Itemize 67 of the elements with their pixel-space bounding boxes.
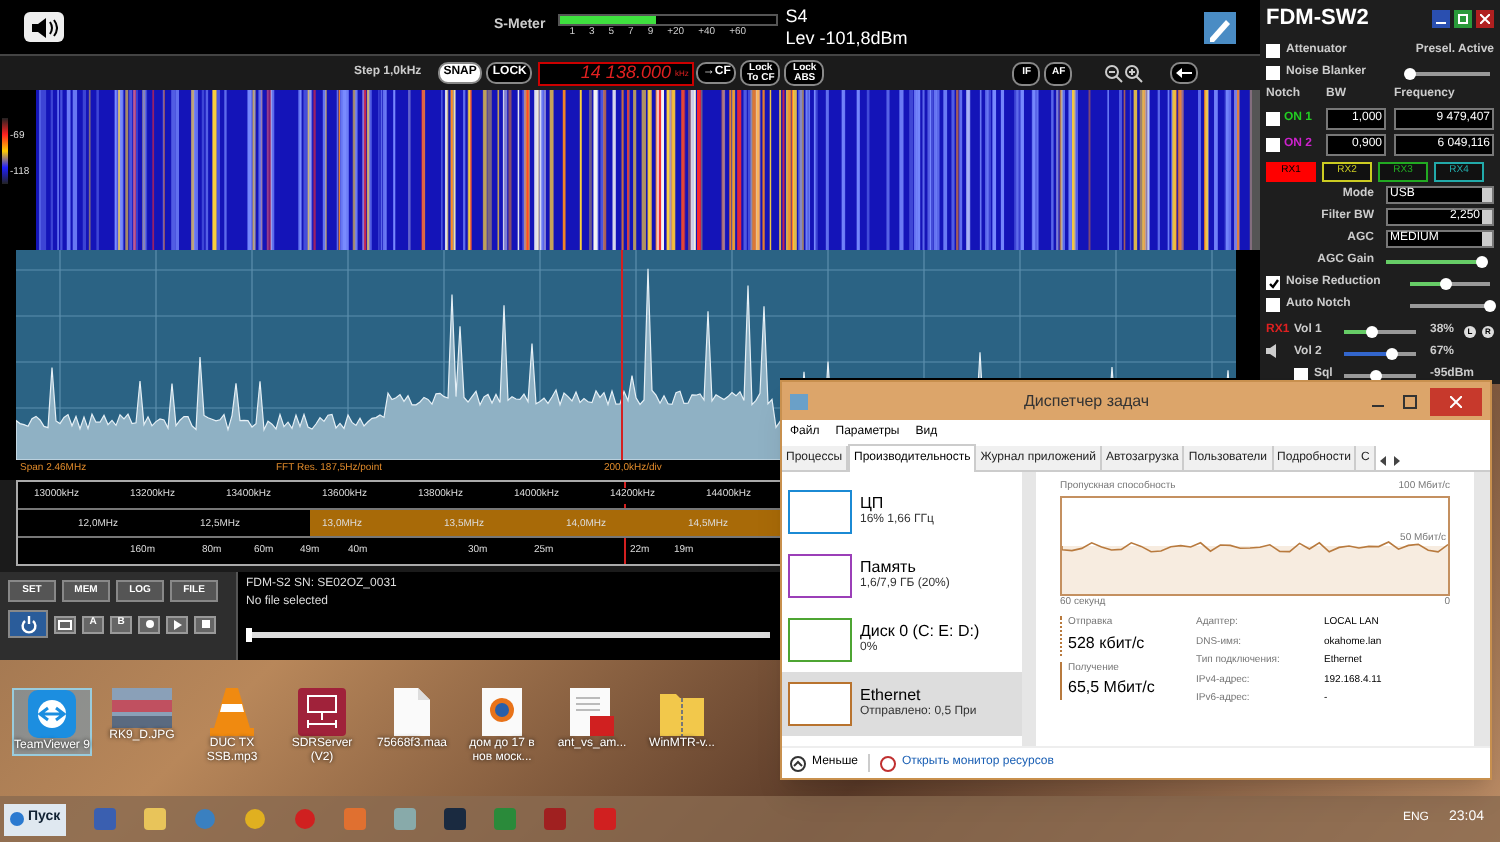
app-icon	[790, 393, 808, 409]
speaker-icon	[1266, 344, 1278, 358]
checkbox[interactable]	[1266, 138, 1280, 152]
resource-name: Диск 0 (C: E: D:)	[860, 622, 980, 640]
minimize-button[interactable]	[1432, 10, 1450, 28]
play-icon	[173, 619, 181, 629]
scrollbar[interactable]	[1474, 472, 1490, 746]
playback-slider[interactable]	[246, 632, 770, 638]
slider-thumb[interactable]	[1476, 255, 1488, 267]
image-thumbnail-icon	[112, 688, 172, 728]
maximize-button[interactable]	[1454, 10, 1472, 28]
network-app-icon	[298, 688, 346, 736]
loop-icon	[58, 619, 72, 629]
speaker-button[interactable]	[24, 12, 64, 42]
resource-name: Память	[860, 558, 918, 576]
rate-value: 528 кбит/с	[1068, 631, 1147, 655]
scrollbar[interactable]	[1022, 472, 1036, 746]
zoom-in-icon[interactable]	[1124, 63, 1145, 83]
check-icon	[1267, 277, 1279, 289]
frequency-value: 14 138.000	[580, 64, 671, 82]
close-icon	[1480, 14, 1490, 24]
slider-thumb[interactable]	[1404, 67, 1417, 79]
arrow-left-icon	[1176, 68, 1193, 78]
spin-arrows-icon	[1482, 210, 1492, 224]
remote-app-icon	[28, 690, 76, 738]
color-scale	[2, 118, 8, 184]
slider-thumb[interactable]	[1370, 369, 1383, 381]
close-button[interactable]	[1430, 387, 1482, 415]
loop-button[interactable]	[54, 615, 76, 633]
slider-thumb[interactable]	[1365, 325, 1378, 337]
slider-thumb[interactable]	[1386, 347, 1399, 359]
checkbox[interactable]	[1266, 44, 1280, 58]
resource-name: Ethernet	[860, 686, 923, 704]
stop-icon	[201, 620, 209, 628]
play-button[interactable]	[166, 615, 188, 633]
speaker-icon	[31, 17, 57, 37]
record-icon	[145, 620, 153, 628]
traffic-cone-icon	[210, 688, 254, 736]
slider-thumb[interactable]	[246, 628, 252, 642]
app-icon[interactable]	[444, 808, 467, 830]
chevron-up-icon	[790, 755, 806, 771]
record-button[interactable]	[138, 615, 160, 633]
panel-title: FDM-SW2	[1266, 4, 1369, 35]
checkbox[interactable]	[1266, 276, 1280, 290]
resource-name: ЦП	[860, 494, 886, 512]
window-title: Диспетчер задач	[1024, 389, 1150, 413]
zoom-out-icon[interactable]	[1104, 63, 1125, 83]
pdf-document-icon	[570, 688, 614, 736]
maximize-icon	[1458, 14, 1468, 24]
power-button[interactable]	[8, 610, 48, 638]
checkbox[interactable]	[1266, 112, 1280, 126]
s-meter-reading: S4	[785, 5, 810, 27]
stop-button[interactable]	[194, 615, 216, 633]
slider-thumb[interactable]	[1440, 277, 1452, 289]
signal-level: Lev -101,8dBm	[785, 27, 908, 49]
back-button[interactable]	[1170, 62, 1199, 84]
file-icon	[394, 688, 430, 736]
start-orb-icon	[10, 812, 24, 826]
close-icon	[1450, 395, 1462, 407]
checkbox[interactable]	[1266, 66, 1280, 80]
power-icon	[19, 615, 37, 633]
slider-thumb[interactable]	[1484, 299, 1496, 311]
rate-value: 65,5 Мбит/с	[1068, 676, 1157, 700]
checkbox[interactable]	[1266, 298, 1280, 312]
maximize-icon[interactable]	[1402, 393, 1418, 409]
close-button[interactable]	[1476, 10, 1494, 28]
minimize-icon	[1436, 22, 1446, 24]
